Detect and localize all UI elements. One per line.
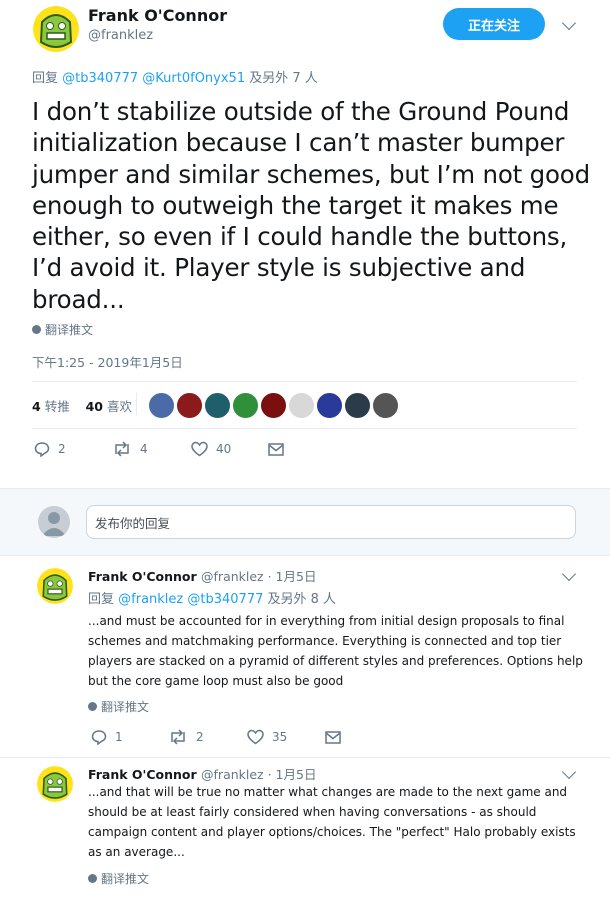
reply-author-line: Frank O'Connor @franklez · 1月5日 <box>88 764 316 783</box>
chevron-down-icon[interactable] <box>561 764 577 780</box>
reply-action[interactable]: 1 <box>91 729 123 745</box>
translate-tweet-link[interactable]: 翻译推文 <box>88 698 149 715</box>
liker-avatar[interactable] <box>176 392 203 419</box>
envelope-icon <box>325 731 341 744</box>
reply-icon <box>91 730 107 745</box>
reply-handle-date[interactable]: @franklez · 1月5日 <box>201 767 316 782</box>
globe-icon <box>88 874 97 883</box>
main-tweet: Frank O'Connor @franklez 正在关注 回复 @tb3407… <box>0 0 610 488</box>
divider <box>32 381 577 382</box>
reply-context: 回复 @franklez @tb340777 及另外 8 人 <box>88 592 337 607</box>
direct-message-action[interactable] <box>268 443 284 456</box>
reply-text: ...and must be accounted for in everythi… <box>88 614 583 688</box>
mention-link[interactable]: @tb340777 <box>187 592 263 607</box>
translate-tweet-link[interactable]: 翻译推文 <box>88 870 149 887</box>
globe-icon <box>88 702 97 711</box>
tweet-text: I don’t stabilize outside of the Ground … <box>32 97 590 314</box>
tweet-timestamp[interactable]: 下午1:25 - 2019年1月5日 <box>32 352 183 371</box>
retweet-action[interactable]: 2 <box>168 729 204 745</box>
divider <box>32 428 577 429</box>
liker-avatar[interactable] <box>316 392 343 419</box>
divider <box>0 757 610 758</box>
user-avatar[interactable] <box>38 506 70 538</box>
translate-tweet-link[interactable]: 翻译推文 <box>32 321 93 338</box>
retweet-icon <box>171 729 185 745</box>
liker-avatar[interactable] <box>148 392 175 419</box>
reply-author-name[interactable]: Frank O'Connor <box>88 569 197 584</box>
retweet-icon <box>115 441 129 457</box>
reply-icon <box>34 442 50 457</box>
mention-link[interactable]: @franklez <box>118 592 183 607</box>
globe-icon <box>32 325 41 334</box>
author-avatar[interactable] <box>37 568 73 604</box>
liker-avatar[interactable] <box>260 392 287 419</box>
stats-separator <box>136 393 137 415</box>
retweet-action[interactable]: 4 <box>112 441 148 457</box>
following-button[interactable]: 正在关注 <box>443 8 545 40</box>
liker-avatar[interactable] <box>288 392 315 419</box>
heart-icon <box>247 729 264 745</box>
like-action[interactable]: 40 <box>191 441 231 457</box>
author-avatar[interactable] <box>33 6 79 52</box>
chevron-down-icon[interactable] <box>561 15 577 31</box>
author-name[interactable]: Frank O'Connor <box>88 6 227 25</box>
reply-action[interactable]: 2 <box>34 441 66 457</box>
liker-avatar[interactable] <box>344 392 371 419</box>
liker-avatar[interactable] <box>204 392 231 419</box>
envelope-icon <box>268 443 284 456</box>
liker-avatar[interactable] <box>232 392 259 419</box>
mention-link[interactable]: @Kurt0fOnyx51 <box>142 71 245 86</box>
retweet-stat[interactable]: 4 转推 <box>32 399 70 414</box>
reply-composer: 发布你的回复 <box>0 488 610 556</box>
chevron-down-icon[interactable] <box>561 566 577 582</box>
like-action[interactable]: 35 <box>247 729 287 745</box>
direct-message-action[interactable] <box>325 731 341 744</box>
reply-context: 回复 @tb340777 @Kurt0fOnyx51 及另外 7 人 <box>32 71 318 86</box>
tweet-stats: 4 转推 40 喜欢 <box>32 396 132 415</box>
reply-author-name[interactable]: Frank O'Connor <box>88 767 197 782</box>
reply-handle-date[interactable]: @franklez · 1月5日 <box>201 569 316 584</box>
author-handle[interactable]: @franklez <box>88 28 153 43</box>
mention-link[interactable]: @tb340777 <box>62 71 138 86</box>
heart-icon <box>191 441 208 457</box>
author-avatar[interactable] <box>37 766 73 802</box>
reply-author-line: Frank O'Connor @franklez · 1月5日 <box>88 566 316 585</box>
like-stat[interactable]: 40 喜欢 <box>86 399 132 414</box>
reply-text: ...and that will be true no matter what … <box>88 785 576 859</box>
liker-avatar[interactable] <box>372 392 399 419</box>
reply-input[interactable]: 发布你的回复 <box>86 505 576 539</box>
